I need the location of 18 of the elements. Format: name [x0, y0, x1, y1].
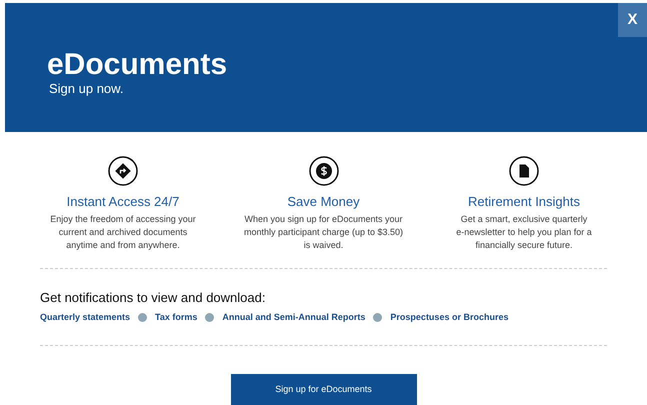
- document-type-link[interactable]: Prospectuses or Brochures: [390, 311, 508, 323]
- feature-title: Save Money: [287, 194, 360, 210]
- document-type-link[interactable]: Annual and Semi-Annual Reports: [222, 311, 366, 323]
- document-type-link[interactable]: Tax forms: [155, 311, 198, 323]
- dollar-coin-icon: [308, 156, 338, 186]
- banner-subtitle: Sign up now.: [49, 81, 124, 96]
- feature-title: Retirement Insights: [468, 194, 580, 210]
- close-button[interactable]: X: [618, 3, 647, 37]
- signup-button[interactable]: Sign up for eDocuments: [230, 374, 416, 405]
- banner-title: eDocuments: [47, 49, 228, 81]
- feature-description: Enjoy the freedom of accessing your current and archived documents anytime and from anywhere.: [50, 213, 196, 252]
- feature-description: When you sign up for eDocuments your monthly participant charge (up to $3.50) is waived.: [244, 213, 404, 252]
- document-icon: [509, 156, 539, 186]
- notifications-heading: Get notifications to view and download:: [40, 290, 266, 306]
- feature-description: Get a smart, exclusive quarterly e-newsletter to help you plan for a financially secure future.: [456, 213, 592, 252]
- direction-sign-icon: [108, 156, 138, 186]
- feature-title: Instant Access 24/7: [66, 194, 180, 210]
- document-type-link[interactable]: Quarterly statements: [40, 311, 130, 323]
